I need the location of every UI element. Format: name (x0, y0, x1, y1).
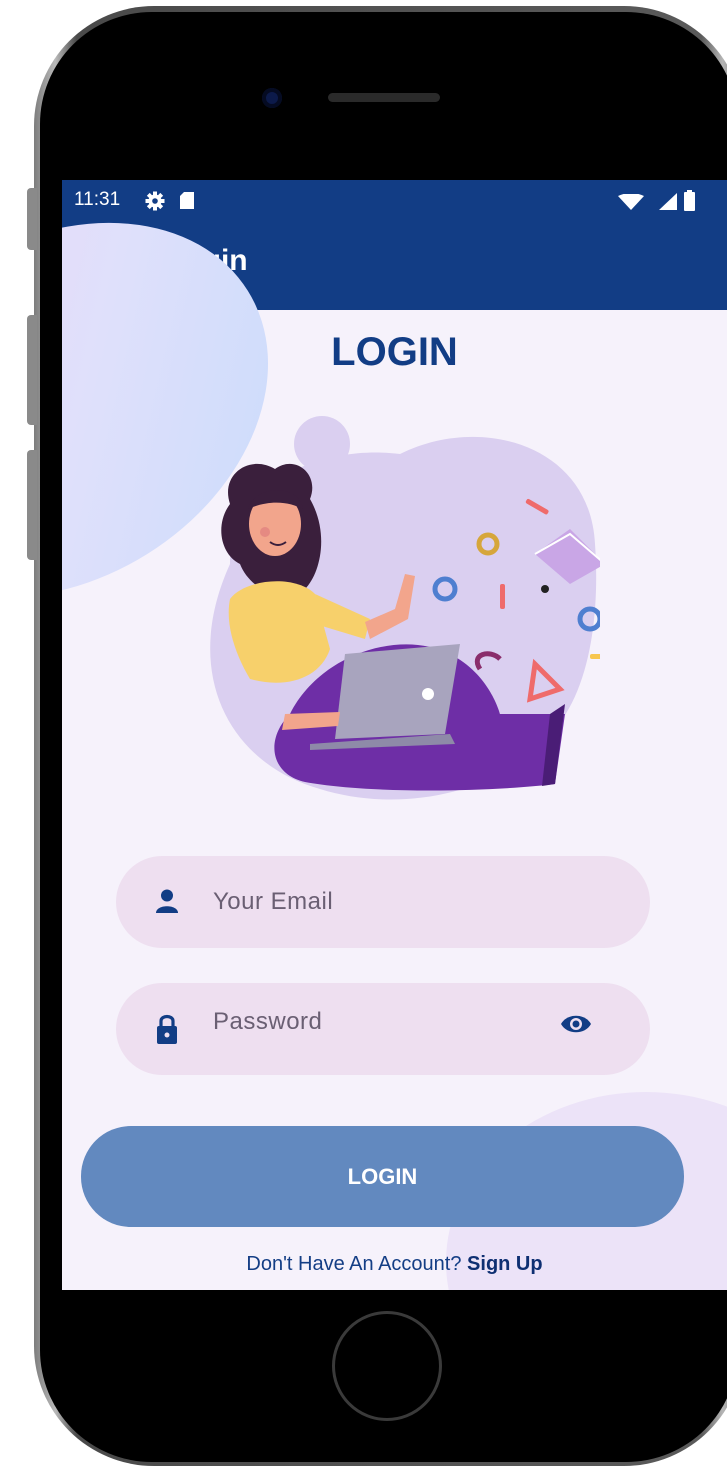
lock-icon (157, 1014, 177, 1044)
volume-down-button (27, 450, 37, 560)
email-placeholder: Your Email (213, 888, 334, 915)
page-heading: LOGIN (331, 330, 458, 374)
mute-switch (27, 188, 37, 250)
phone-screen: 11:31 LOGIN Your Email Password LOGIN Do… (62, 180, 727, 1290)
wifi-icon (618, 194, 644, 210)
volume-up-button (27, 315, 37, 425)
settings-icon (145, 191, 165, 211)
login-button[interactable]: LOGIN (81, 1126, 684, 1227)
person-icon (156, 889, 178, 913)
battery-icon (684, 190, 695, 211)
password-field[interactable]: Password (116, 983, 650, 1075)
email-field[interactable]: Your Email (116, 856, 650, 948)
sd-card-icon (180, 192, 194, 209)
login-illustration (210, 416, 600, 800)
signup-link[interactable]: Sign Up (467, 1253, 543, 1275)
earpiece-speaker (328, 93, 440, 102)
eye-icon[interactable] (560, 1013, 592, 1035)
signup-prompt-text: Don't Have An Account? (246, 1253, 462, 1275)
signal-icon (659, 193, 677, 210)
signup-prompt-row: Don't Have An Account? Sign Up (62, 1253, 727, 1276)
home-button[interactable] (332, 1311, 442, 1421)
password-placeholder: Password (213, 1008, 323, 1035)
front-camera (262, 88, 282, 108)
status-time: 11:31 (74, 189, 121, 210)
status-bar: 11:31 (62, 180, 727, 220)
